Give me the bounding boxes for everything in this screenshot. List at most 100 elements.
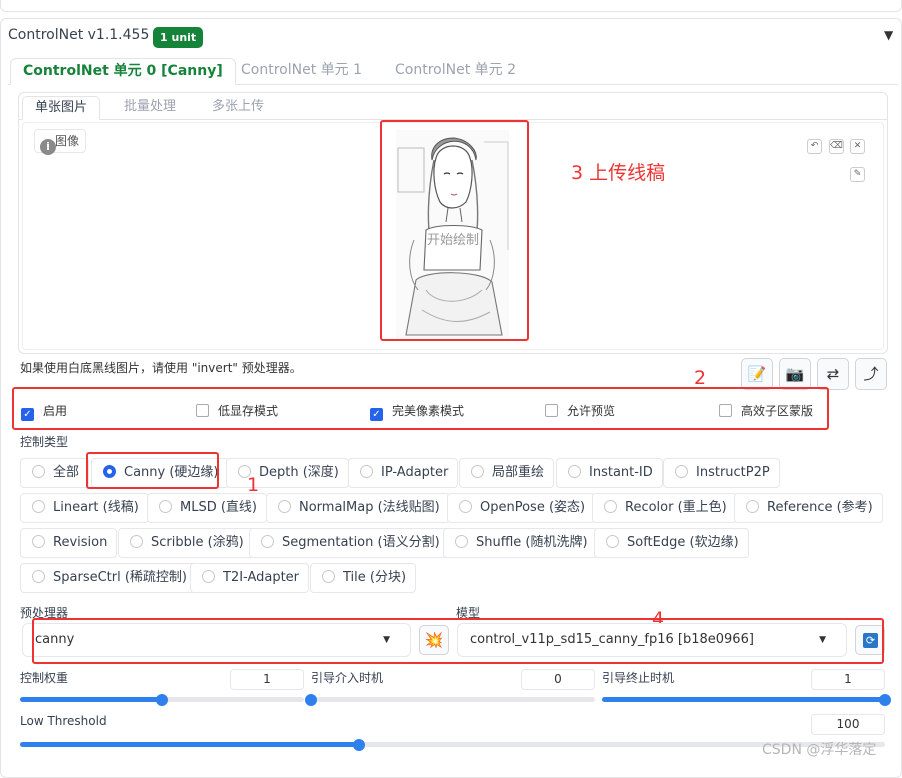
- start-step-slider[interactable]: [311, 697, 595, 702]
- end-step-thumb[interactable]: [879, 694, 891, 706]
- end-step-input[interactable]: 1: [811, 669, 885, 690]
- radio-label: Instant-ID: [589, 465, 653, 480]
- radio-lineart[interactable]: Lineart (线稿): [20, 493, 149, 523]
- radio-circle-icon: [568, 465, 581, 478]
- low-threshold-input[interactable]: 100: [811, 714, 885, 735]
- radio-reference[interactable]: Reference (参考): [734, 493, 883, 523]
- radio-segmentation[interactable]: Segmentation (语义分割): [249, 528, 450, 558]
- eraser-icon[interactable]: ⌫: [829, 139, 844, 154]
- pixel-perfect-label: 完美像素模式: [392, 404, 465, 418]
- close-icon[interactable]: ✕: [850, 139, 865, 154]
- radio-circle-icon: [322, 570, 335, 583]
- radio-sparsectrl[interactable]: SparseCtrl (稀疏控制): [20, 563, 197, 593]
- radio-inpaint[interactable]: 局部重绘: [459, 458, 555, 488]
- radio-label: Shuffle (随机洗牌): [476, 535, 588, 550]
- radio-circle-icon: [202, 570, 215, 583]
- tab-unit-2[interactable]: ControlNet 单元 2: [383, 58, 528, 85]
- radio-recolor[interactable]: Recolor (重上色): [592, 493, 737, 523]
- radio-tile[interactable]: Tile (分块): [310, 563, 417, 593]
- radio-circle-icon: [606, 535, 619, 548]
- checkbox-checked-icon: ✓: [370, 408, 383, 421]
- annotation-box-3: [380, 120, 529, 341]
- control-weight-label: 控制权重: [20, 671, 69, 685]
- radio-normalmap[interactable]: NormalMap (法线贴图): [266, 493, 450, 523]
- tab-batch[interactable]: 批量处理: [112, 96, 188, 120]
- pixel-perfect-checkbox[interactable]: ✓ 完美像素模式: [370, 403, 465, 421]
- annotation-box-4: [32, 618, 884, 664]
- checkbox-empty-icon: [196, 404, 209, 417]
- start-step-thumb[interactable]: [305, 694, 317, 706]
- checkbox-empty-icon: [719, 404, 732, 417]
- low-threshold-label: Low Threshold: [20, 714, 107, 728]
- invert-hint: 如果使用白底黑线图片，请使用 "invert" 预处理器。: [20, 361, 302, 375]
- efficient-mask-label: 高效子区蒙版: [741, 404, 814, 418]
- radio-circle-icon: [675, 465, 688, 478]
- radio-label: 局部重绘: [492, 465, 545, 480]
- start-step-input[interactable]: 0: [521, 669, 595, 690]
- radio-label: Revision: [53, 535, 108, 550]
- end-step-fill: [602, 697, 885, 702]
- radio-depth[interactable]: Depth (深度): [226, 458, 349, 488]
- low-vram-label: 低显存模式: [218, 404, 279, 418]
- radio-all[interactable]: 全部: [20, 458, 90, 488]
- watermark: CSDN @浮华落定: [762, 742, 877, 758]
- radio-label: T2I-Adapter: [223, 570, 300, 585]
- tab-multi-upload[interactable]: 多张上传: [200, 96, 276, 120]
- radio-label: SoftEdge (软边缘): [627, 535, 739, 550]
- radio-circle-icon: [261, 535, 274, 548]
- send-arrow-icon[interactable]: ⤴: [855, 358, 887, 390]
- radio-revision[interactable]: Revision: [20, 528, 118, 558]
- radio-circle-icon: [130, 535, 143, 548]
- radio-label: Tile (分块): [343, 570, 407, 585]
- radio-t2i-adapter[interactable]: T2I-Adapter: [190, 563, 310, 593]
- radio-mlsd[interactable]: MLSD (直线): [147, 493, 267, 523]
- control-weight-thumb[interactable]: [156, 694, 168, 706]
- enable-label: 启用: [43, 404, 68, 418]
- enable-checkbox[interactable]: ✓ 启用: [21, 403, 68, 421]
- radio-circle-icon: [32, 465, 45, 478]
- tab-unit-1[interactable]: ControlNet 单元 1: [229, 58, 374, 85]
- radio-label: IP-Adapter: [381, 465, 449, 480]
- top-panel-edge: [0, 0, 902, 12]
- camera-icon[interactable]: 📷: [779, 358, 811, 390]
- control-weight-input[interactable]: 1: [230, 669, 304, 690]
- allow-preview-label: 允许预览: [567, 404, 616, 418]
- radio-ip-adapter[interactable]: IP-Adapter: [348, 458, 459, 488]
- low-threshold-thumb[interactable]: [353, 739, 365, 751]
- radio-circle-icon: [455, 535, 468, 548]
- tab-single-image[interactable]: 单张图片: [22, 96, 101, 120]
- unit-count-badge: 1 unit: [153, 27, 204, 48]
- brush-icon[interactable]: ✎: [850, 167, 865, 182]
- annotation-3: 3 上传线稿: [571, 162, 666, 184]
- annotation-2: 2: [694, 367, 707, 389]
- radio-circle-icon: [604, 500, 617, 513]
- efficient-mask-checkbox[interactable]: 高效子区蒙版: [719, 403, 813, 419]
- radio-label: NormalMap (法线贴图): [299, 500, 440, 515]
- low-vram-checkbox[interactable]: 低显存模式: [196, 403, 278, 419]
- radio-label: Reference (参考): [767, 500, 873, 515]
- radio-scribble[interactable]: Scribble (涂鸦): [118, 528, 254, 558]
- radio-openpose[interactable]: OpenPose (姿态): [447, 493, 596, 523]
- radio-circle-icon: [159, 500, 172, 513]
- allow-preview-checkbox[interactable]: 允许预览: [545, 403, 615, 419]
- annotation-box-1: [86, 452, 219, 489]
- swap-icon[interactable]: ⇄: [817, 358, 849, 390]
- tab-unit-0[interactable]: ControlNet 单元 0 [Canny]: [10, 58, 236, 85]
- radio-circle-icon: [32, 570, 45, 583]
- radio-label: Recolor (重上色): [625, 500, 727, 515]
- radio-label: MLSD (直线): [180, 500, 257, 515]
- undo-icon[interactable]: ↶: [807, 139, 822, 154]
- radio-label: Depth (深度): [259, 465, 339, 480]
- panel-title[interactable]: ControlNet v1.1.455: [8, 27, 149, 43]
- radio-softedge[interactable]: SoftEdge (软边缘): [594, 528, 749, 558]
- radio-label: Scribble (涂鸦): [151, 535, 244, 550]
- edit-icon[interactable]: 📝: [741, 358, 773, 390]
- radio-shuffle[interactable]: Shuffle (随机洗牌): [443, 528, 598, 558]
- radio-circle-icon: [278, 500, 291, 513]
- triangle-down-icon[interactable]: ▼: [884, 28, 893, 42]
- control-type-label: 控制类型: [20, 435, 69, 449]
- radio-label: InstructP2P: [696, 465, 770, 480]
- radio-instructp2p[interactable]: InstructP2P: [663, 458, 780, 488]
- radio-instant-id[interactable]: Instant-ID: [556, 458, 663, 488]
- low-threshold-fill: [20, 742, 359, 747]
